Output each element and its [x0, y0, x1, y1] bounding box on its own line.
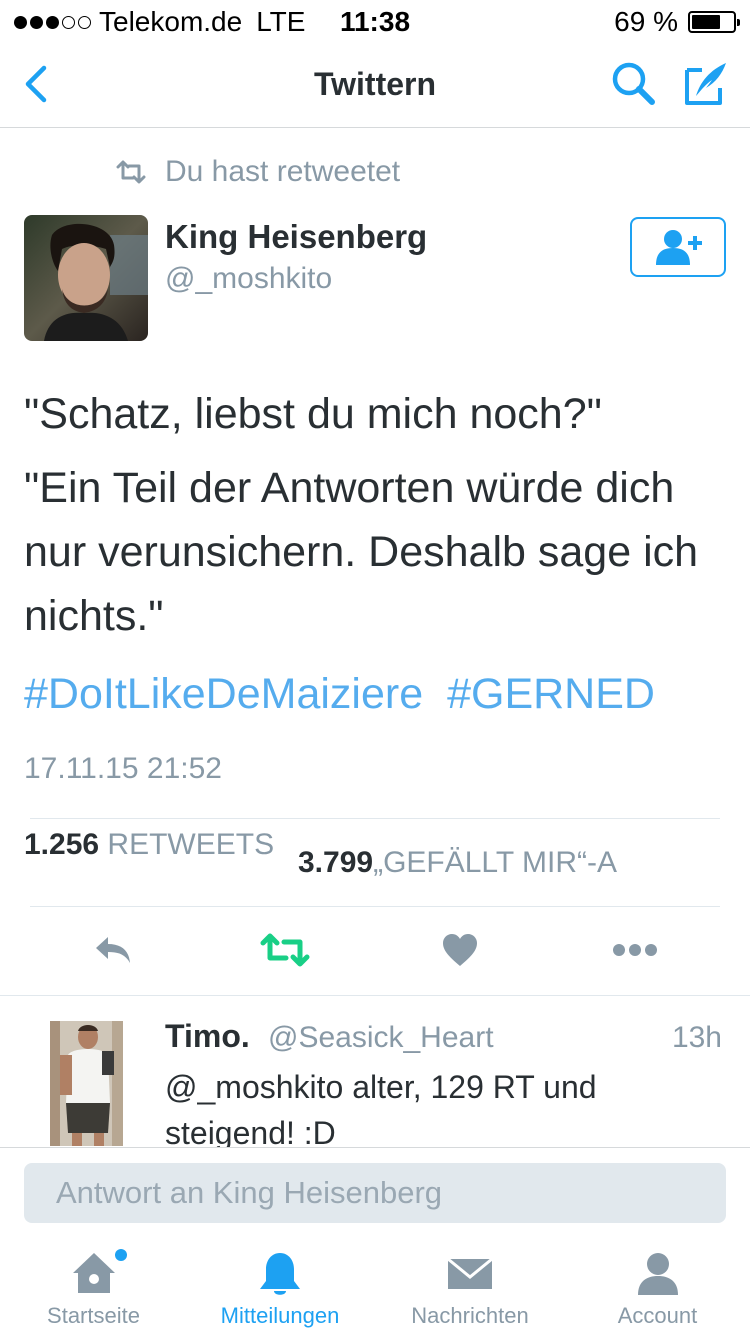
battery-level — [692, 15, 720, 29]
divider — [30, 818, 720, 819]
author-avatar[interactable] — [24, 215, 148, 341]
home-icon — [72, 1253, 115, 1293]
tab-label: Startseite — [47, 1303, 140, 1328]
likes-label: „GEFÄLLT MIR“-A — [373, 846, 617, 879]
retweets-label: RETWEETS — [107, 828, 275, 861]
tweet-line: "Schatz, liebst du mich noch?" — [24, 390, 602, 438]
search-button[interactable] — [608, 58, 660, 110]
author-photo — [24, 215, 148, 341]
hashtag-link[interactable]: #DoItLikeDeMaiziere — [24, 670, 423, 718]
reply-tweet[interactable]: Timo. @Seasick_Heart 13h @_moshkito alte… — [0, 995, 750, 1147]
author-name[interactable]: King Heisenberg — [165, 218, 427, 256]
tab-mitteilungen[interactable]: Mitteilungen — [180, 1235, 380, 1334]
retweet-context-label: Du hast retweetet — [165, 155, 401, 188]
tab-account[interactable]: Account — [565, 1235, 750, 1334]
author-handle[interactable]: @_moshkito — [165, 262, 332, 296]
reply-input[interactable] — [24, 1163, 726, 1223]
reply-icon — [96, 937, 130, 963]
status-bar: Telekom.de LTE 11:38 69 % — [0, 0, 750, 40]
new-content-dot — [115, 1249, 127, 1261]
tweet-text: "Schatz, liebst du mich noch?" "Ein Teil… — [24, 382, 724, 658]
tweet-timestamp: 17.11.15 21:52 — [24, 752, 222, 785]
reply-photo — [50, 1021, 123, 1146]
status-right: 69 % — [614, 6, 740, 38]
bell-icon — [260, 1253, 300, 1295]
likes-stat[interactable]: 3.799„GEFÄLLT MIR“-A — [298, 846, 628, 880]
reply-composer — [0, 1147, 750, 1235]
tab-nachrichten[interactable]: Nachrichten — [375, 1235, 565, 1334]
retweets-stat[interactable]: 1.256 RETWEETS — [24, 828, 274, 862]
tab-bar: Startseite Mitteilungen Nachrichten Acco… — [0, 1235, 750, 1334]
heart-icon — [443, 934, 477, 966]
reply-text: @_moshkito alter, 129 RT und steigend! :… — [165, 1069, 597, 1147]
divider — [30, 906, 720, 907]
reply-timestamp: 13h — [671, 1021, 722, 1054]
compose-button[interactable] — [682, 58, 732, 108]
tab-startseite[interactable]: Startseite — [0, 1235, 187, 1334]
retweets-count: 1.256 — [24, 828, 100, 861]
reply-author-name[interactable]: Timo. — [165, 1018, 250, 1055]
search-icon — [612, 62, 655, 105]
retweet-icon — [260, 933, 310, 967]
retweet-button[interactable] — [260, 925, 310, 975]
reply-button[interactable] — [88, 925, 138, 975]
battery-icon — [688, 11, 740, 33]
tab-label: Mitteilungen — [220, 1303, 340, 1328]
more-button[interactable] — [610, 925, 660, 975]
follow-button[interactable] — [630, 217, 726, 277]
add-person-icon — [656, 230, 702, 265]
nav-bar: Twittern — [0, 40, 750, 128]
tweet-actions — [0, 925, 750, 975]
hashtags: #DoItLikeDeMaiziere #GERNED — [24, 670, 667, 719]
reply-avatar[interactable] — [50, 1021, 123, 1146]
battery-percent: 69 % — [614, 6, 678, 37]
compose-quill-icon — [685, 63, 726, 105]
tweet-line: "Ein Teil der Antworten würde dich nur v… — [24, 464, 699, 640]
envelope-icon — [447, 1257, 493, 1289]
like-button[interactable] — [435, 925, 485, 975]
likes-count: 3.799 — [298, 846, 374, 879]
more-icon — [613, 944, 657, 956]
tab-label: Nachrichten — [411, 1303, 529, 1328]
person-icon — [637, 1253, 678, 1295]
retweet-small-icon — [116, 160, 146, 184]
hashtag-link[interactable]: #GERNED — [447, 670, 655, 718]
tab-label: Account — [617, 1303, 698, 1328]
retweet-context: Du hast retweetet — [115, 155, 400, 189]
reply-author-handle[interactable]: @Seasick_Heart — [268, 1021, 494, 1055]
